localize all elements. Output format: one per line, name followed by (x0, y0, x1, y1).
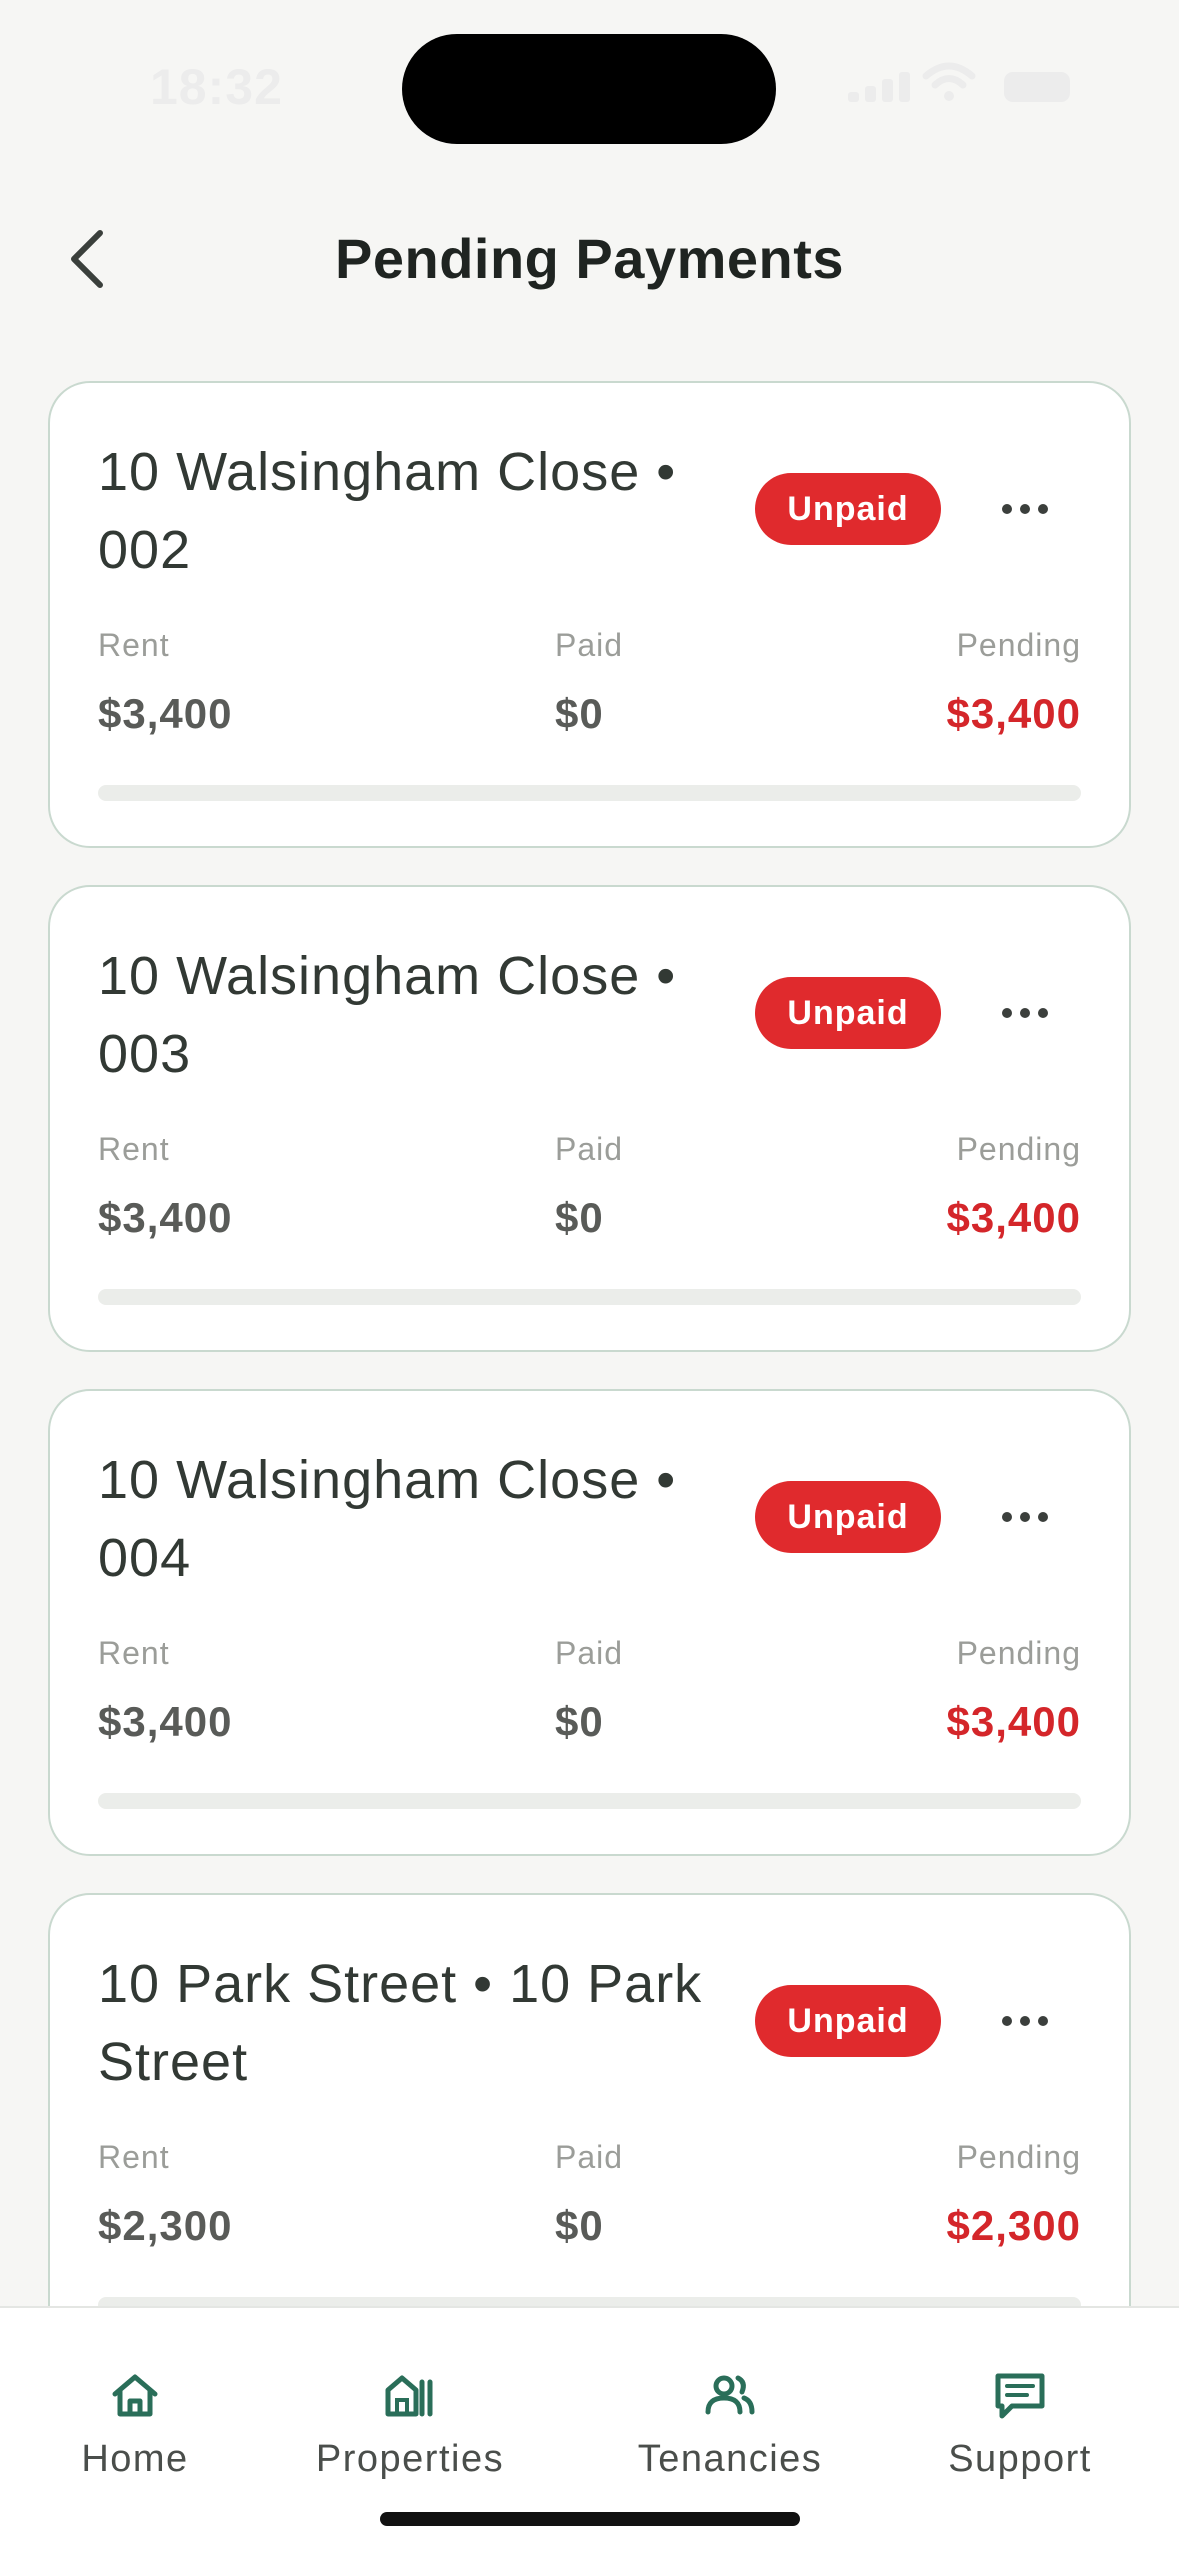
rent-metric: Rent $3,400 (98, 1131, 232, 1242)
rent-metric: Rent $3,400 (98, 627, 232, 738)
battery-icon (1004, 72, 1070, 102)
pending-metric: Pending $3,400 (947, 1635, 1081, 1746)
status-badge: Unpaid (755, 473, 941, 545)
status-badge: Unpaid (755, 1481, 941, 1553)
payment-progress-bar (98, 1793, 1081, 1809)
pending-value: $3,400 (946, 690, 1081, 737)
rent-label: Rent (98, 2139, 170, 2175)
nav-label-tenancies: Tenancies (637, 2438, 823, 2480)
people-icon (705, 2375, 755, 2415)
paid-value: $0 (555, 2202, 604, 2249)
nav-label-home: Home (81, 2438, 189, 2480)
rent-value: $3,400 (98, 1194, 233, 1241)
pending-value: $2,300 (946, 2202, 1081, 2249)
paid-label: Paid (555, 2139, 624, 2175)
rent-metric: Rent $2,300 (98, 2139, 232, 2250)
payment-card[interactable]: 10 Walsingham Close • 002 Unpaid Rent $3… (48, 381, 1131, 848)
paid-value: $0 (555, 1698, 604, 1745)
pending-payments-screen: 18:32 Pending Payments 10 Walsingham Clo… (0, 0, 1179, 2556)
paid-metric: Paid $0 (555, 627, 623, 738)
payment-progress-bar (98, 785, 1081, 801)
nav-item-properties[interactable]: Properties (300, 2368, 520, 2481)
payment-title: 10 Walsingham Close • 002 (98, 442, 677, 580)
paid-value: $0 (555, 690, 604, 737)
payment-card[interactable]: 10 Walsingham Close • 003 Unpaid Rent $3… (48, 885, 1131, 1352)
paid-value: $0 (555, 1194, 604, 1241)
dynamic-island (402, 34, 776, 144)
pending-label: Pending (956, 1635, 1081, 1671)
pending-metric: Pending $2,300 (947, 2139, 1081, 2250)
paid-metric: Paid $0 (555, 2139, 623, 2250)
rent-label: Rent (98, 1131, 170, 1167)
payment-progress-bar (98, 1289, 1081, 1305)
pending-value: $3,400 (946, 1194, 1081, 1241)
payment-card[interactable]: 10 Park Street • 10 Park Street Unpaid R… (48, 1893, 1131, 2360)
paid-label: Paid (555, 1635, 624, 1671)
more-options-button[interactable] (980, 1491, 1070, 1543)
rent-metric: Rent $3,400 (98, 1635, 232, 1746)
buildings-icon (385, 2375, 433, 2417)
pending-metric: Pending $3,400 (947, 627, 1081, 738)
rent-label: Rent (98, 627, 170, 663)
home-indicator (380, 2512, 800, 2526)
nav-item-home[interactable]: Home (60, 2368, 210, 2481)
pending-metric: Pending $3,400 (947, 1131, 1081, 1242)
payment-title: 10 Park Street • 10 Park Street (98, 1954, 703, 2092)
status-bar: 18:32 (0, 0, 1179, 170)
status-time: 18:32 (150, 59, 283, 115)
chat-icon (995, 2373, 1045, 2419)
wifi-icon (922, 62, 976, 101)
status-badge: Unpaid (755, 977, 941, 1049)
rent-value: $3,400 (98, 690, 233, 737)
paid-metric: Paid $0 (555, 1131, 623, 1242)
rent-label: Rent (98, 1635, 170, 1671)
status-badge: Unpaid (755, 1985, 941, 2057)
payment-list: 10 Walsingham Close • 002 Unpaid Rent $3… (48, 381, 1131, 2397)
paid-label: Paid (555, 1131, 624, 1167)
rent-value: $3,400 (98, 1698, 233, 1745)
paid-label: Paid (555, 627, 624, 663)
more-options-button[interactable] (980, 1995, 1070, 2047)
pending-label: Pending (956, 2139, 1081, 2175)
payment-card[interactable]: 10 Walsingham Close • 004 Unpaid Rent $3… (48, 1389, 1131, 1856)
paid-metric: Paid $0 (555, 1635, 623, 1746)
nav-item-tenancies[interactable]: Tenancies (620, 2368, 840, 2481)
payment-title: 10 Walsingham Close • 004 (98, 1450, 677, 1588)
rent-value: $2,300 (98, 2202, 233, 2249)
home-icon (112, 2374, 158, 2417)
more-options-button[interactable] (980, 987, 1070, 1039)
pending-label: Pending (956, 1131, 1081, 1167)
pending-value: $3,400 (946, 1698, 1081, 1745)
more-options-button[interactable] (980, 483, 1070, 535)
cellular-signal-icon (848, 72, 910, 102)
nav-label-support: Support (948, 2438, 1092, 2480)
nav-item-support[interactable]: Support (920, 2368, 1120, 2481)
pending-label: Pending (956, 627, 1081, 663)
nav-label-properties: Properties (315, 2438, 505, 2480)
page-title: Pending Payments (334, 227, 845, 290)
payment-title: 10 Walsingham Close • 003 (98, 946, 677, 1084)
